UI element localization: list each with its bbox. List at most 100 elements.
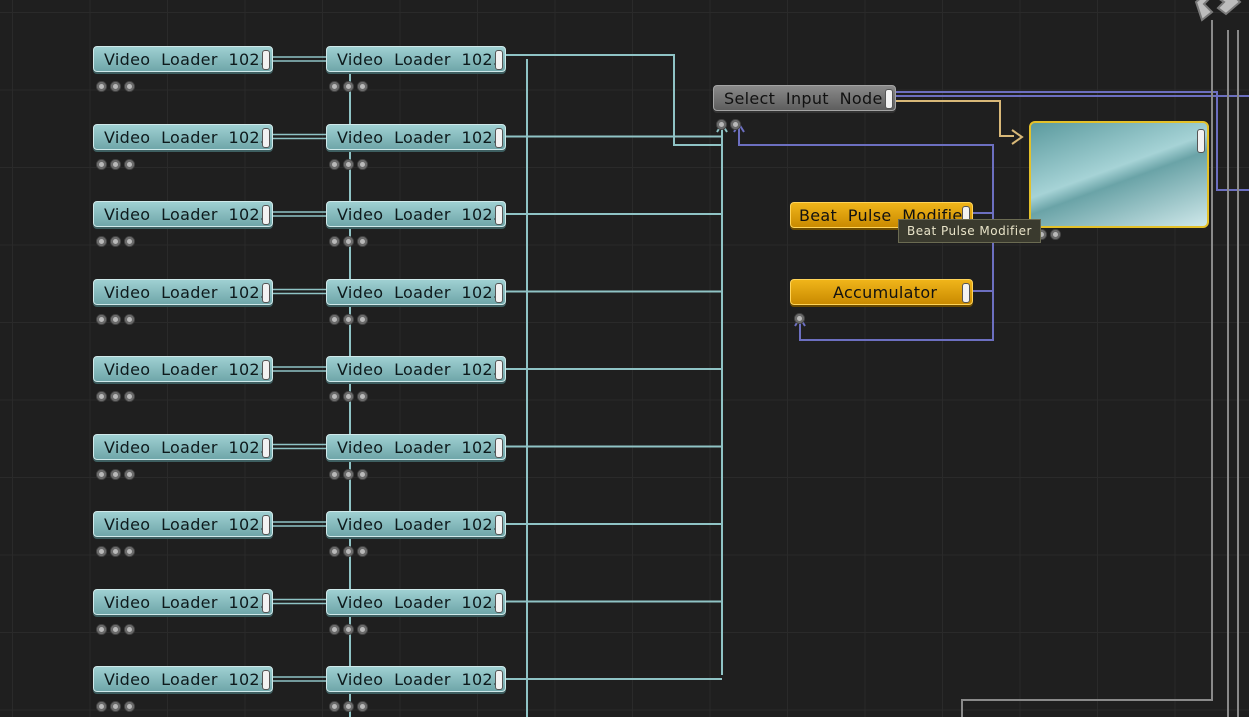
input-port-icon[interactable] — [329, 623, 340, 635]
input-port-icon[interactable] — [357, 81, 368, 92]
input-port-icon[interactable] — [343, 313, 354, 325]
video-loader-node-left[interactable]: Video Loader 102... — [93, 201, 273, 227]
output-plug-icon[interactable] — [1197, 129, 1205, 153]
input-port-icon[interactable] — [329, 468, 340, 480]
output-plug-icon[interactable] — [262, 515, 270, 535]
input-port-icon[interactable] — [124, 623, 135, 635]
video-loader-node-left[interactable]: Video Loader 102... — [93, 46, 273, 72]
input-port-icon[interactable] — [329, 158, 340, 170]
video-loader-node-right[interactable]: Video Loader 102... — [326, 123, 506, 150]
input-port-icon[interactable] — [343, 391, 354, 402]
input-port-icon[interactable] — [343, 236, 354, 247]
video-loader-node-right[interactable]: Video Loader 102... — [326, 46, 506, 72]
output-plug-icon[interactable] — [495, 360, 503, 380]
input-port-icon[interactable] — [124, 236, 135, 247]
accumulator-node[interactable]: Accumulator — [790, 279, 973, 305]
select-input-node[interactable]: Select Input Node — [713, 85, 896, 111]
video-loader-node-left[interactable]: Video Loader 102... — [93, 356, 273, 382]
input-port-icon[interactable] — [343, 81, 354, 92]
input-port-icon[interactable] — [343, 546, 354, 557]
input-port-icon[interactable] — [96, 701, 107, 712]
input-port-icon[interactable] — [343, 158, 354, 170]
output-plug-icon[interactable] — [495, 205, 503, 225]
video-loader-node-left[interactable]: Video Loader 102... — [93, 123, 273, 150]
output-plug-icon[interactable] — [495, 127, 503, 148]
output-plug-icon[interactable] — [262, 360, 270, 380]
output-plug-icon[interactable] — [262, 50, 270, 70]
input-port-icon[interactable] — [110, 81, 121, 92]
input-port-icon[interactable] — [716, 119, 727, 130]
input-port-icon[interactable] — [357, 158, 368, 170]
input-port-icon[interactable] — [357, 623, 368, 635]
input-port-icon[interactable] — [110, 623, 121, 635]
input-port-icon[interactable] — [110, 701, 121, 712]
input-port-icon[interactable] — [357, 313, 368, 325]
input-port-icon[interactable] — [124, 546, 135, 557]
video-loader-node-right[interactable]: Video Loader 102... — [326, 666, 506, 692]
output-plug-icon[interactable] — [262, 205, 270, 225]
input-port-icon[interactable] — [96, 236, 107, 247]
input-port-icon[interactable] — [110, 546, 121, 557]
input-port-icon[interactable] — [124, 391, 135, 402]
output-plug-icon[interactable] — [495, 670, 503, 690]
input-port-icon[interactable] — [1050, 229, 1061, 240]
input-port-icon[interactable] — [96, 391, 107, 402]
input-port-icon[interactable] — [96, 468, 107, 480]
input-port-icon[interactable] — [124, 701, 135, 712]
input-port-icon[interactable] — [110, 236, 121, 247]
input-port-icon[interactable] — [110, 391, 121, 402]
input-port-icon[interactable] — [357, 391, 368, 402]
video-loader-node-left[interactable]: Video Loader 102... — [93, 278, 273, 305]
output-plug-icon[interactable] — [495, 282, 503, 303]
video-loader-node-right[interactable]: Video Loader 102... — [326, 588, 506, 615]
input-port-icon[interactable] — [110, 158, 121, 170]
output-plug-icon[interactable] — [495, 437, 503, 458]
input-port-icon[interactable] — [124, 313, 135, 325]
input-port-icon[interactable] — [96, 158, 107, 170]
input-port-icon[interactable] — [329, 546, 340, 557]
video-loader-node-left[interactable]: Video Loader 102... — [93, 588, 273, 615]
output-plug-icon[interactable] — [262, 437, 270, 458]
input-port-icon[interactable] — [357, 546, 368, 557]
input-port-icon[interactable] — [96, 313, 107, 325]
output-plug-icon[interactable] — [495, 515, 503, 535]
input-port-icon[interactable] — [124, 158, 135, 170]
input-port-icon[interactable] — [329, 313, 340, 325]
input-port-icon[interactable] — [96, 81, 107, 92]
output-plug-icon[interactable] — [262, 127, 270, 148]
input-port-icon[interactable] — [124, 81, 135, 92]
input-port-icon[interactable] — [357, 701, 368, 712]
input-port-icon[interactable] — [110, 468, 121, 480]
input-port-icon[interactable] — [110, 313, 121, 325]
render-output-node[interactable] — [1029, 121, 1209, 228]
input-port-icon[interactable] — [96, 546, 107, 557]
video-loader-node-right[interactable]: Video Loader 102... — [326, 356, 506, 382]
input-port-icon[interactable] — [96, 623, 107, 635]
input-port-icon[interactable] — [329, 81, 340, 92]
output-plug-icon[interactable] — [262, 282, 270, 303]
video-loader-node-right[interactable]: Video Loader 102... — [326, 511, 506, 537]
input-port-icon[interactable] — [357, 468, 368, 480]
input-port-icon[interactable] — [730, 119, 741, 130]
input-port-icon[interactable] — [329, 236, 340, 247]
output-plug-icon[interactable] — [262, 592, 270, 613]
input-port-icon[interactable] — [329, 391, 340, 402]
video-loader-node-left[interactable]: Video Loader 102... — [93, 666, 273, 692]
video-loader-node-right[interactable]: Video Loader 102... — [326, 433, 506, 460]
input-port-icon[interactable] — [343, 701, 354, 712]
input-port-icon[interactable] — [343, 468, 354, 480]
input-port-icon[interactable] — [357, 236, 368, 247]
video-loader-node-right[interactable]: Video Loader 102... — [326, 278, 506, 305]
output-plug-icon[interactable] — [885, 89, 893, 109]
input-port-icon[interactable] — [124, 468, 135, 480]
video-loader-node-right[interactable]: Video Loader 102... — [326, 201, 506, 227]
output-plug-icon[interactable] — [495, 50, 503, 70]
output-plug-icon[interactable] — [962, 283, 970, 303]
output-plug-icon[interactable] — [495, 592, 503, 613]
input-port-icon[interactable] — [794, 313, 805, 324]
video-loader-node-left[interactable]: Video Loader 102... — [93, 433, 273, 460]
video-loader-node-left[interactable]: Video Loader 102... — [93, 511, 273, 537]
input-port-icon[interactable] — [329, 701, 340, 712]
input-port-icon[interactable] — [343, 623, 354, 635]
output-plug-icon[interactable] — [262, 670, 270, 690]
